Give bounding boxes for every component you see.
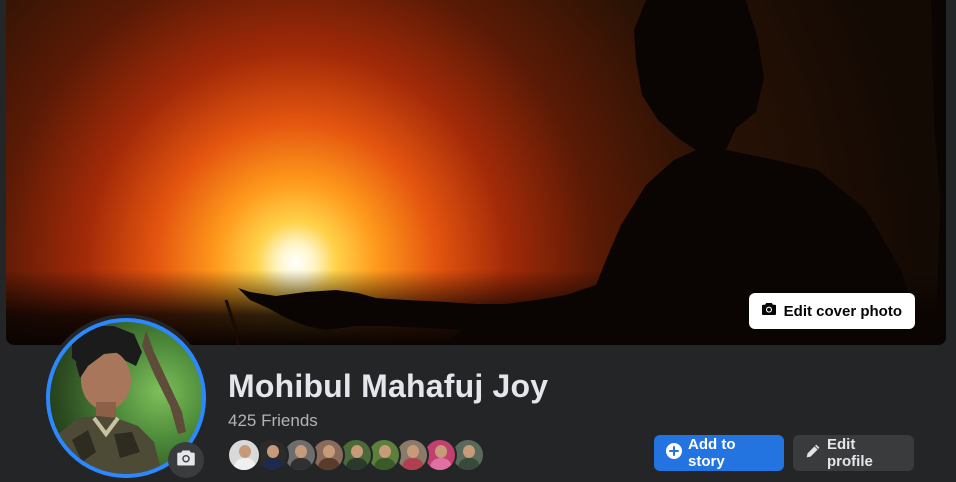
friend-avatar-list — [227, 438, 485, 472]
profile-picture-container — [42, 314, 210, 482]
camera-icon — [176, 448, 196, 473]
friend-avatar-body — [430, 458, 452, 470]
friend-avatar-body — [290, 458, 312, 470]
friend-avatar-head — [463, 445, 475, 458]
friend-avatar-head — [351, 445, 363, 458]
edit-profile-button[interactable]: Edit profile — [793, 435, 914, 471]
friend-avatar-head — [379, 445, 391, 458]
edit-cover-photo-button[interactable]: Edit cover photo — [748, 293, 915, 329]
pencil-icon — [805, 443, 821, 463]
friend-avatar-head — [267, 445, 279, 458]
friend-avatar-head — [323, 445, 335, 458]
friend-avatar-head — [407, 445, 419, 458]
update-profile-picture-button[interactable] — [168, 442, 204, 478]
cover-photo[interactable]: Edit cover photo — [6, 0, 946, 345]
profile-header: Edit cover photo Mohibul Mahafuj Joy 425… — [0, 0, 956, 482]
friend-avatar-body — [318, 458, 340, 470]
add-to-story-label: Add to story — [688, 436, 736, 470]
edit-profile-label: Edit profile — [827, 436, 873, 470]
friend-avatar-head — [435, 445, 447, 458]
profile-name: Mohibul Mahafuj Joy — [228, 368, 549, 404]
friend-avatar[interactable] — [227, 438, 261, 472]
plus-circle-icon — [666, 443, 682, 463]
friend-avatar-body — [458, 458, 480, 470]
friend-avatar-body — [234, 458, 256, 470]
friend-avatar-body — [374, 458, 396, 470]
friend-avatar-head — [239, 445, 251, 458]
camera-icon — [761, 301, 777, 321]
friends-count-link[interactable]: 425 Friends — [228, 411, 318, 431]
friend-avatar-body — [346, 458, 368, 470]
friend-avatar-body — [262, 458, 284, 470]
add-to-story-button[interactable]: Add to story — [654, 435, 784, 471]
edit-cover-photo-label: Edit cover photo — [783, 302, 902, 320]
friend-avatar-body — [402, 458, 424, 470]
friend-avatar-head — [295, 445, 307, 458]
